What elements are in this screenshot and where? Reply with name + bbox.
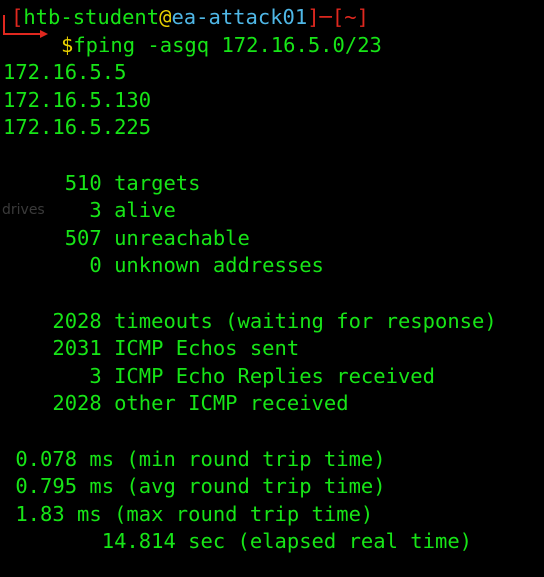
prompt-line: [htb-student@ea-attack01]─[~] [3,4,544,32]
prompt-dollar: $ [61,32,74,57]
host-line: 172.16.5.130 [3,87,152,112]
prompt-open-bracket: [ [11,5,24,29]
host-line: 172.16.5.225 [3,115,152,140]
stat-line: 3 alive [3,198,176,223]
terminal-window[interactable]: drives [htb-student@ea-attack01]─[~] $fp… [0,0,544,577]
timing-line: 0.795 ms (avg round trip time) [3,474,386,499]
background-ghost-text: drives [2,202,45,218]
timing-line: 0.078 ms (min round trip time) [3,446,386,471]
prompt-cwd: ~ [344,5,357,29]
timing-line: 14.814 sec (elapsed real time) [3,529,472,554]
prompt-at: @ [159,5,172,29]
host-line: 172.16.5.5 [3,60,127,85]
stat-line: 2028 timeouts (waiting for response) [3,308,497,333]
stat-line: 2028 other ICMP received [3,391,349,416]
command-text: fping -asgq 172.16.5.0/23 [73,32,382,57]
prompt-separator: ]─[ [307,5,345,29]
prompt-close-bracket: ] [356,5,369,29]
stat-line: 3 ICMP Echo Replies received [3,363,435,388]
stat-line: 510 targets [3,170,201,195]
command-line: $fping -asgq 172.16.5.0/23 [3,32,544,60]
stat-line: 0 unknown addresses [3,253,324,278]
prompt-corner-horizontal [3,33,43,35]
stat-line: 507 unreachable [3,225,250,250]
timing-line: 1.83 ms (max round trip time) [3,501,374,526]
prompt-user: htb-student [23,5,160,29]
stat-line: 2031 ICMP Echos sent [3,336,300,361]
prompt-host: ea-attack01 [171,5,308,29]
